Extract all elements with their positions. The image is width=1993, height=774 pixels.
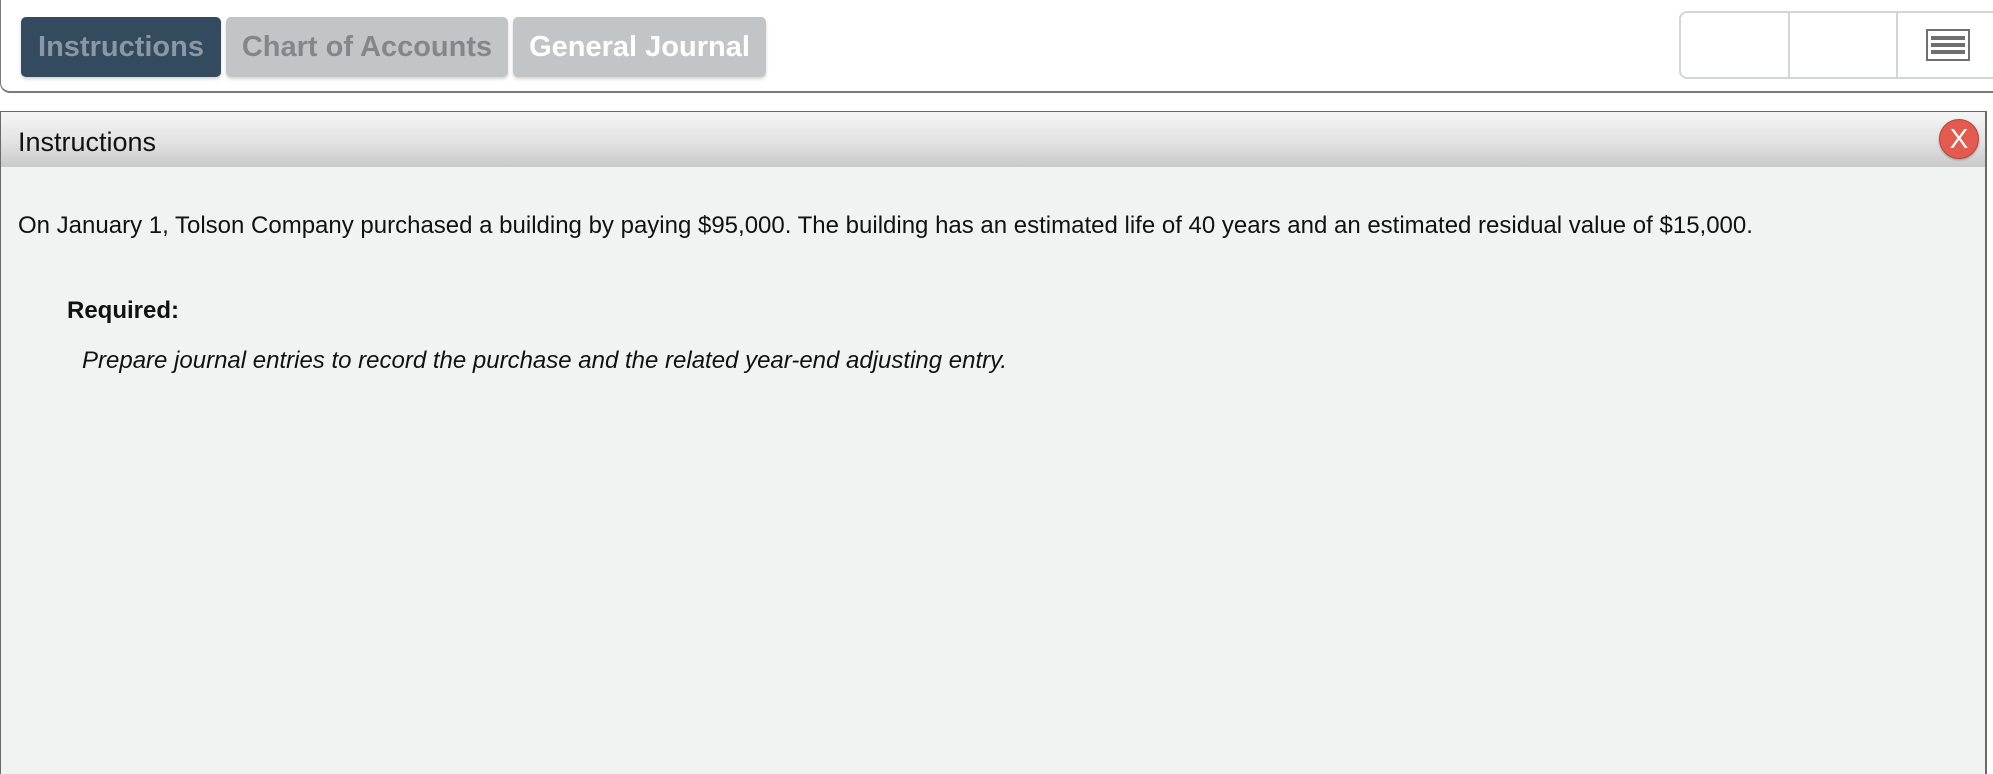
menu-icon — [1926, 29, 1971, 61]
top-toolbar: Instructions Chart of Accounts General J… — [0, 0, 1993, 93]
instructions-panel: Instructions X On January 1, Tolson Comp… — [0, 111, 1987, 774]
tab-general-journal[interactable]: General Journal — [513, 17, 766, 77]
tool-button-group — [1679, 11, 1993, 79]
menu-button[interactable] — [1898, 13, 1993, 77]
panel-title: Instructions — [18, 127, 157, 157]
instructions-text: On January 1, Tolson Company purchased a… — [18, 212, 1753, 239]
close-button[interactable]: X — [1939, 119, 1979, 159]
panel-header: Instructions X — [1, 112, 1985, 167]
tool-button-1[interactable] — [1681, 13, 1790, 77]
tab-instructions[interactable]: Instructions — [21, 17, 221, 77]
tab-bar: Instructions Chart of Accounts General J… — [21, 17, 766, 77]
required-label: Required: — [67, 297, 180, 324]
required-text: Prepare journal entries to record the pu… — [82, 347, 1008, 374]
tab-chart-of-accounts[interactable]: Chart of Accounts — [226, 17, 508, 77]
tool-button-2[interactable] — [1790, 13, 1899, 77]
